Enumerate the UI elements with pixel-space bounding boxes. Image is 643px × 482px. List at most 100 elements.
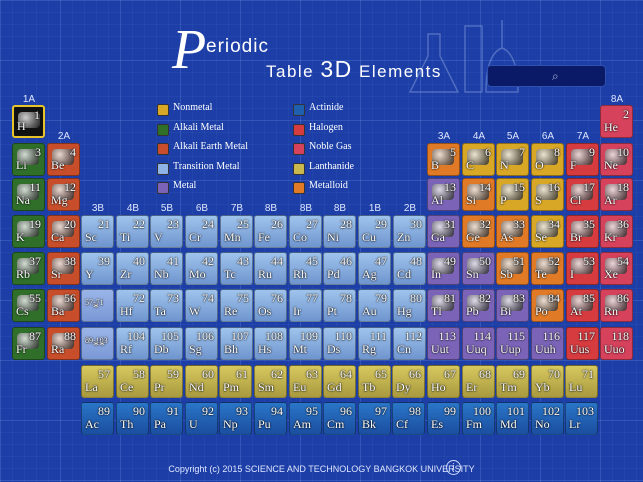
element-cell[interactable]: 43 Tc xyxy=(220,252,253,285)
element-cell[interactable]: 81 Tl xyxy=(427,289,460,322)
element-cell[interactable]: 10 Ne xyxy=(600,143,633,176)
element-cell[interactable]: 3 Li xyxy=(12,143,45,176)
element-cell[interactable]: 20 Ca xyxy=(47,215,80,248)
element-cell[interactable]: 44 Ru xyxy=(254,252,287,285)
element-cell[interactable]: 46 Pd xyxy=(323,252,356,285)
element-cell[interactable]: 42 Mo xyxy=(185,252,218,285)
element-cell[interactable]: 40 Zr xyxy=(116,252,149,285)
element-cell[interactable]: 30 Zn xyxy=(393,215,426,248)
element-cell[interactable]: 113 Uut xyxy=(427,327,460,360)
element-cell[interactable]: 56 Ba xyxy=(47,289,80,322)
element-cell[interactable]: 69 Tm xyxy=(496,365,529,398)
element-cell[interactable]: 76 Os xyxy=(254,289,287,322)
element-cell[interactable]: 94 Pu xyxy=(254,402,287,435)
element-cell[interactable]: 26 Fe xyxy=(254,215,287,248)
element-cell[interactable]: 34 Se xyxy=(531,215,564,248)
element-cell[interactable]: 24 Cr xyxy=(185,215,218,248)
element-cell[interactable]: 79 Au xyxy=(358,289,391,322)
element-cell[interactable]: 55 Cs xyxy=(12,289,45,322)
element-cell[interactable]: 28 Ni xyxy=(323,215,356,248)
element-cell[interactable]: 65 Tb xyxy=(358,365,391,398)
element-cell[interactable]: 99 Es xyxy=(427,402,460,435)
element-cell[interactable]: 29 Cu xyxy=(358,215,391,248)
element-cell[interactable]: 18 Ar xyxy=(600,178,633,211)
element-cell[interactable]: 63 Eu xyxy=(289,365,322,398)
element-cell[interactable]: 7N xyxy=(496,143,529,176)
element-cell[interactable]: 13 Al xyxy=(427,178,460,211)
element-cell[interactable]: 88 Ra xyxy=(47,327,80,360)
element-cell[interactable]: 54 Xe xyxy=(600,252,633,285)
element-cell[interactable]: 4 Be xyxy=(47,143,80,176)
element-cell[interactable]: 82 Pb xyxy=(462,289,495,322)
element-cell[interactable]: 89-103 ** xyxy=(81,327,114,360)
element-cell[interactable]: 57-71 * xyxy=(81,289,114,322)
element-cell[interactable]: 6C xyxy=(462,143,495,176)
element-cell[interactable]: 70 Yb xyxy=(531,365,564,398)
element-cell[interactable]: 103 Lr xyxy=(565,402,598,435)
element-cell[interactable]: 107 Bh xyxy=(220,327,253,360)
element-cell[interactable]: 51 Sb xyxy=(496,252,529,285)
element-cell[interactable]: 116 Uuh xyxy=(531,327,564,360)
element-cell[interactable]: 67 Ho xyxy=(427,365,460,398)
element-cell[interactable]: 97 Bk xyxy=(358,402,391,435)
element-cell[interactable]: 86 Rn xyxy=(600,289,633,322)
element-cell[interactable]: 35 Br xyxy=(566,215,599,248)
element-cell[interactable]: 71 Lu xyxy=(565,365,598,398)
element-cell[interactable]: 83 Bi xyxy=(496,289,529,322)
element-cell[interactable]: 14 Si xyxy=(462,178,495,211)
element-cell[interactable]: 74 W xyxy=(185,289,218,322)
element-cell[interactable]: 80 Hg xyxy=(393,289,426,322)
element-cell[interactable]: 77 Ir xyxy=(289,289,322,322)
element-cell[interactable]: 58 Ce xyxy=(116,365,149,398)
element-cell[interactable]: 117 Uus xyxy=(566,327,599,360)
element-cell[interactable]: 45 Rh xyxy=(289,252,322,285)
element-cell[interactable]: 90 Th xyxy=(116,402,149,435)
element-cell[interactable]: 95 Am xyxy=(289,402,322,435)
element-cell[interactable]: 68 Er xyxy=(462,365,495,398)
element-cell[interactable]: 21 Sc xyxy=(81,215,114,248)
element-cell[interactable]: 17 Cl xyxy=(566,178,599,211)
element-cell[interactable]: 8O xyxy=(531,143,564,176)
element-cell[interactable]: 111 Rg xyxy=(358,327,391,360)
element-cell[interactable]: 105 Db xyxy=(150,327,183,360)
element-cell[interactable]: 23 V xyxy=(150,215,183,248)
element-cell[interactable]: 53 I xyxy=(566,252,599,285)
element-cell[interactable]: 108 Hs xyxy=(254,327,287,360)
element-cell[interactable]: 5B xyxy=(427,143,460,176)
element-cell[interactable]: 59 Pr xyxy=(150,365,183,398)
element-cell[interactable]: 47 Ag xyxy=(358,252,391,285)
element-cell[interactable]: 62 Sm xyxy=(254,365,287,398)
element-cell[interactable]: 64 Gd xyxy=(323,365,356,398)
element-cell[interactable]: 48 Cd xyxy=(393,252,426,285)
element-cell[interactable]: 93 Np xyxy=(219,402,252,435)
element-cell[interactable]: 92 U xyxy=(185,402,218,435)
element-cell[interactable]: 38 Sr xyxy=(47,252,80,285)
element-cell[interactable]: 11 Na xyxy=(12,178,45,211)
element-cell[interactable]: 25 Mn xyxy=(220,215,253,248)
element-cell[interactable]: 37 Rb xyxy=(12,252,45,285)
element-cell[interactable]: 39 Y xyxy=(81,252,114,285)
element-cell[interactable]: 41 Nb xyxy=(150,252,183,285)
element-cell[interactable]: 2 He xyxy=(600,105,633,138)
element-cell[interactable]: 78 Pt xyxy=(323,289,356,322)
element-cell[interactable]: 73 Ta xyxy=(150,289,183,322)
element-cell[interactable]: 114 Uuq xyxy=(462,327,495,360)
element-cell[interactable]: 72 Hf xyxy=(116,289,149,322)
element-cell[interactable]: 89 Ac xyxy=(81,402,114,435)
search-input[interactable]: ⌕ xyxy=(487,65,606,87)
element-cell[interactable]: 66 Dy xyxy=(392,365,425,398)
element-cell[interactable]: 100 Fm xyxy=(462,402,495,435)
element-cell[interactable]: 27 Co xyxy=(289,215,322,248)
element-cell[interactable]: 19 K xyxy=(12,215,45,248)
element-cell[interactable]: 50 Sn xyxy=(462,252,495,285)
element-cell[interactable]: 75 Re xyxy=(220,289,253,322)
element-cell[interactable]: 12 Mg xyxy=(47,178,80,211)
element-cell[interactable]: 36 Kr xyxy=(600,215,633,248)
info-button[interactable]: i xyxy=(446,460,461,475)
element-cell[interactable]: 110 Ds xyxy=(323,327,356,360)
element-cell[interactable]: 106 Sg xyxy=(185,327,218,360)
element-cell[interactable]: 102 No xyxy=(531,402,564,435)
element-cell[interactable]: 104 Rf xyxy=(116,327,149,360)
element-cell[interactable]: 115 Uup xyxy=(496,327,529,360)
element-cell[interactable]: 101 Md xyxy=(496,402,529,435)
